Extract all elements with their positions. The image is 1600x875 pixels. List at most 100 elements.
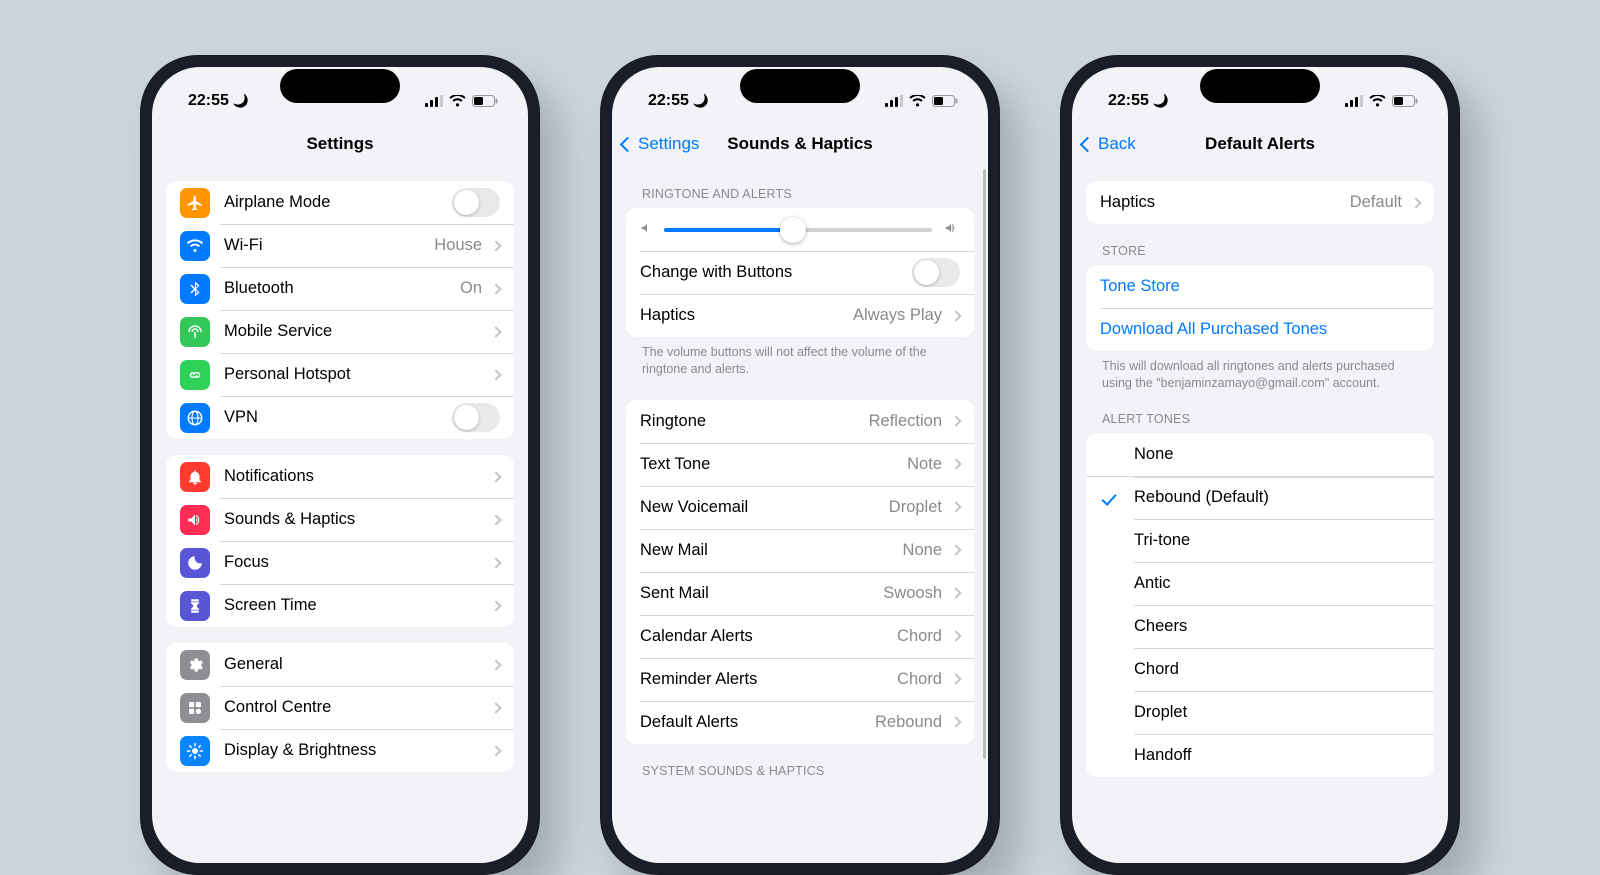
cellular-signal-icon — [885, 95, 903, 107]
dynamic-island — [1200, 69, 1320, 103]
row-sounds-haptics[interactable]: Sounds & Haptics — [166, 498, 514, 541]
cellular-icon — [180, 317, 210, 347]
hotspot-label: Personal Hotspot — [224, 365, 482, 384]
airplane-label: Airplane Mode — [224, 193, 452, 212]
row-change-with-buttons[interactable]: Change with Buttons — [626, 251, 974, 294]
row-wifi[interactable]: Wi-Fi House — [166, 224, 514, 267]
phone-sounds-haptics: 22:55 Settings Sounds & Haptics RINGTONE… — [600, 55, 1000, 875]
row-airplane-mode[interactable]: Airplane Mode — [166, 181, 514, 224]
focus-moon-icon — [693, 92, 709, 110]
row-reminder-alerts[interactable]: Reminder Alerts Chord — [626, 658, 974, 701]
row-tone-antic[interactable]: Antic — [1086, 562, 1434, 605]
chevron-right-icon — [1410, 197, 1421, 208]
wifi-icon — [1369, 95, 1386, 107]
chevron-right-icon — [950, 588, 961, 599]
row-general[interactable]: General — [166, 643, 514, 686]
airplane-icon — [180, 188, 210, 218]
row-tone-cheers[interactable]: Cheers — [1086, 605, 1434, 648]
display-brightness-label: Display & Brightness — [224, 741, 482, 760]
row-screen-time[interactable]: Screen Time — [166, 584, 514, 627]
general-label: General — [224, 655, 482, 674]
vpn-toggle[interactable] — [452, 403, 500, 432]
row-haptics[interactable]: Haptics Default — [1086, 181, 1434, 224]
chevron-right-icon — [490, 600, 501, 611]
group-sound-assignments: Ringtone Reflection Text Tone Note New V… — [626, 400, 974, 744]
airplane-toggle[interactable] — [452, 188, 500, 217]
row-download-tones[interactable]: Download All Purchased Tones — [1086, 308, 1434, 351]
wifi-settings-icon — [180, 231, 210, 261]
hotspot-icon — [180, 360, 210, 390]
screen-time-label: Screen Time — [224, 596, 482, 615]
cellular-signal-icon — [1345, 95, 1363, 107]
wifi-value: House — [434, 236, 482, 255]
volume-high-icon — [942, 221, 960, 238]
row-ringtone[interactable]: Ringtone Reflection — [626, 400, 974, 443]
row-calendar-alerts[interactable]: Calendar Alerts Chord — [626, 615, 974, 658]
row-bluetooth[interactable]: Bluetooth On — [166, 267, 514, 310]
row-new-voicemail[interactable]: New Voicemail Droplet — [626, 486, 974, 529]
chevron-right-icon — [950, 631, 961, 642]
section-footer-store: This will download all ringtones and ale… — [1086, 351, 1434, 392]
chevron-right-icon — [490, 283, 501, 294]
page-title: Default Alerts — [1205, 134, 1315, 154]
scrollbar[interactable] — [983, 169, 986, 759]
back-label: Back — [1098, 134, 1136, 154]
back-label: Settings — [638, 134, 699, 154]
row-personal-hotspot[interactable]: Personal Hotspot — [166, 353, 514, 396]
wifi-icon — [909, 95, 926, 107]
display-brightness-icon — [180, 736, 210, 766]
chevron-left-icon — [620, 136, 636, 152]
row-sent-mail[interactable]: Sent Mail Swoosh — [626, 572, 974, 615]
row-tone-handoff[interactable]: Handoff — [1086, 734, 1434, 777]
row-notifications[interactable]: Notifications — [166, 455, 514, 498]
notifications-icon — [180, 462, 210, 492]
row-tone-rebound[interactable]: Rebound (Default) — [1086, 476, 1434, 519]
row-default-alerts[interactable]: Default Alerts Rebound — [626, 701, 974, 744]
dynamic-island — [280, 69, 400, 103]
chevron-right-icon — [490, 326, 501, 337]
back-button[interactable]: Settings — [622, 134, 699, 154]
back-button[interactable]: Back — [1082, 134, 1136, 154]
row-control-centre[interactable]: Control Centre — [166, 686, 514, 729]
change-buttons-label: Change with Buttons — [640, 263, 912, 282]
row-tone-chord[interactable]: Chord — [1086, 648, 1434, 691]
haptics-value: Always Play — [853, 306, 942, 325]
row-haptics[interactable]: Haptics Always Play — [626, 294, 974, 337]
row-display-brightness[interactable]: Display & Brightness — [166, 729, 514, 772]
row-new-mail[interactable]: New Mail None — [626, 529, 974, 572]
vpn-label: VPN — [224, 408, 452, 427]
nav-bar: Back Default Alerts — [1072, 121, 1448, 167]
volume-slider-row — [626, 208, 974, 251]
phone-settings: 22:55 Settings Airplane Mode — [140, 55, 540, 875]
chevron-right-icon — [950, 717, 961, 728]
row-vpn[interactable]: VPN — [166, 396, 514, 439]
screen-time-icon — [180, 591, 210, 621]
change-buttons-toggle[interactable] — [912, 258, 960, 287]
slider-thumb[interactable] — [780, 217, 806, 243]
page-title: Settings — [306, 134, 373, 154]
section-header-store: STORE — [1086, 224, 1434, 265]
focus-icon — [180, 548, 210, 578]
row-text-tone[interactable]: Text Tone Note — [626, 443, 974, 486]
sounds-label: Sounds & Haptics — [224, 510, 482, 529]
mobile-label: Mobile Service — [224, 322, 482, 341]
phone-default-alerts: 22:55 Back Default Alerts Haptics Defaul… — [1060, 55, 1460, 875]
dynamic-island — [740, 69, 860, 103]
section-header-alert-tones: ALERT TONES — [1086, 392, 1434, 433]
row-focus[interactable]: Focus — [166, 541, 514, 584]
vpn-icon — [180, 403, 210, 433]
chevron-left-icon — [1080, 136, 1096, 152]
group-system: General Control Centre Display & Brightn… — [166, 643, 514, 772]
page-title: Sounds & Haptics — [727, 134, 872, 154]
row-tone-store[interactable]: Tone Store — [1086, 265, 1434, 308]
row-mobile-service[interactable]: Mobile Service — [166, 310, 514, 353]
row-tone-droplet[interactable]: Droplet — [1086, 691, 1434, 734]
section-header-ringtone: RINGTONE AND ALERTS — [626, 167, 974, 208]
row-tone-tritone[interactable]: Tri-tone — [1086, 519, 1434, 562]
chevron-right-icon — [950, 545, 961, 556]
battery-icon — [472, 95, 498, 107]
row-tone-none[interactable]: None — [1086, 433, 1434, 476]
volume-slider[interactable] — [664, 228, 932, 232]
bluetooth-value: On — [460, 279, 482, 298]
control-centre-label: Control Centre — [224, 698, 482, 717]
